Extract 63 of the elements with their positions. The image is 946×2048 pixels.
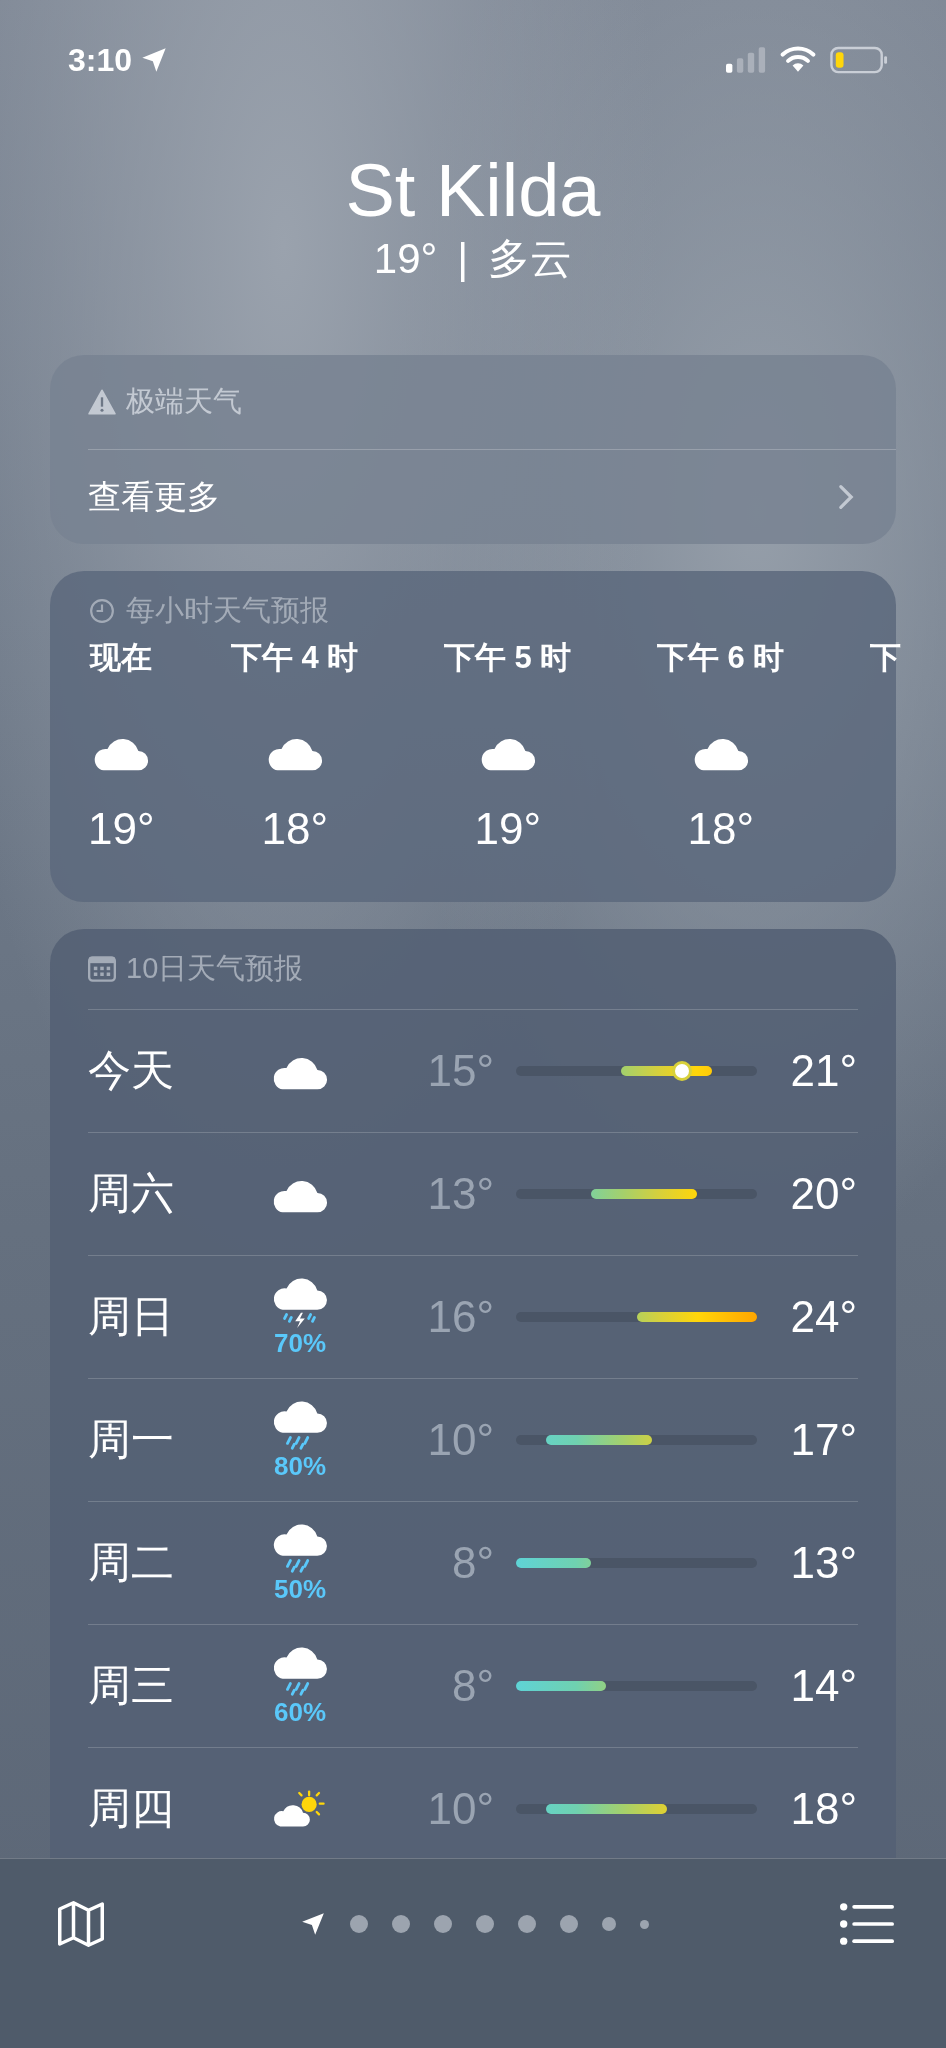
condition-text: 多云 [488,234,573,284]
page-dot[interactable] [601,1917,616,1931]
day-label: 周一 [88,1414,175,1465]
see-more-link[interactable]: 查看更多 [50,450,896,544]
precipitation-chance: 70% [273,1329,326,1357]
separator: | [457,234,469,284]
chevron-right-icon [838,484,854,510]
thunderstorm-icon [271,1277,329,1329]
low-temperature: 13° [426,1169,495,1219]
hour-label: 现在 [90,639,153,677]
low-temperature: 16° [426,1292,495,1342]
hour-temperature: 19° [474,803,541,855]
status-time: 3:10 [68,41,133,79]
page-dot[interactable] [475,1915,494,1933]
current-temperature: 19° [373,234,438,284]
day-label: 周六 [88,1168,175,1219]
low-temperature: 15° [426,1046,495,1096]
hour-label: 下 [870,639,901,677]
signal-icon [726,47,766,73]
high-temperature: 18° [789,1784,857,1834]
calendar-icon [88,956,116,982]
hour-label: 下午 6 时 [657,639,785,677]
low-temperature: 10° [426,1784,495,1834]
battery-icon [830,46,888,74]
hour-label: 下午 4 时 [231,639,359,677]
precipitation-chance: 50% [273,1575,326,1603]
precipitation-chance: 60% [273,1698,326,1726]
rain-cloud-icon [271,1646,329,1698]
page-dot[interactable] [517,1915,536,1933]
hour-temperature: 19° [88,803,155,855]
day-label: 周日 [88,1291,175,1342]
low-temperature: 8° [450,1538,495,1588]
high-temperature: 17° [789,1415,857,1465]
high-temperature: 13° [789,1538,857,1588]
card-title: 每小时天气预报 [126,593,329,628]
precipitation-chance: 80% [273,1452,326,1480]
card-title: 极端天气 [126,384,242,419]
day-label: 周三 [88,1660,175,1711]
page-dot[interactable] [433,1915,452,1933]
warning-icon [88,389,116,415]
wifi-icon [780,46,816,74]
location-arrow-icon [140,46,169,74]
high-temperature: 21° [789,1046,857,1096]
day-label: 今天 [88,1045,175,1096]
day-label: 周二 [88,1537,175,1588]
page-dot[interactable] [349,1915,368,1933]
high-temperature: 14° [789,1661,857,1711]
page-dot[interactable] [391,1915,410,1933]
hour-temperature: 18° [687,803,754,855]
day-label: 周四 [88,1783,175,1834]
hour-label: 下午 5 时 [444,639,572,677]
city-name: St Kilda [344,148,602,234]
high-temperature: 20° [789,1169,857,1219]
high-temperature: 24° [789,1292,857,1342]
hour-temperature: 18° [261,803,328,855]
rain-cloud-icon [271,1400,329,1452]
card-title: 10日天气预报 [126,951,304,986]
rain-cloud-icon [271,1523,329,1575]
page-dot[interactable] [559,1915,578,1933]
low-temperature: 10° [426,1415,495,1465]
low-temperature: 8° [450,1661,495,1711]
clock-icon [88,598,116,624]
page-dot[interactable] [639,1919,649,1929]
